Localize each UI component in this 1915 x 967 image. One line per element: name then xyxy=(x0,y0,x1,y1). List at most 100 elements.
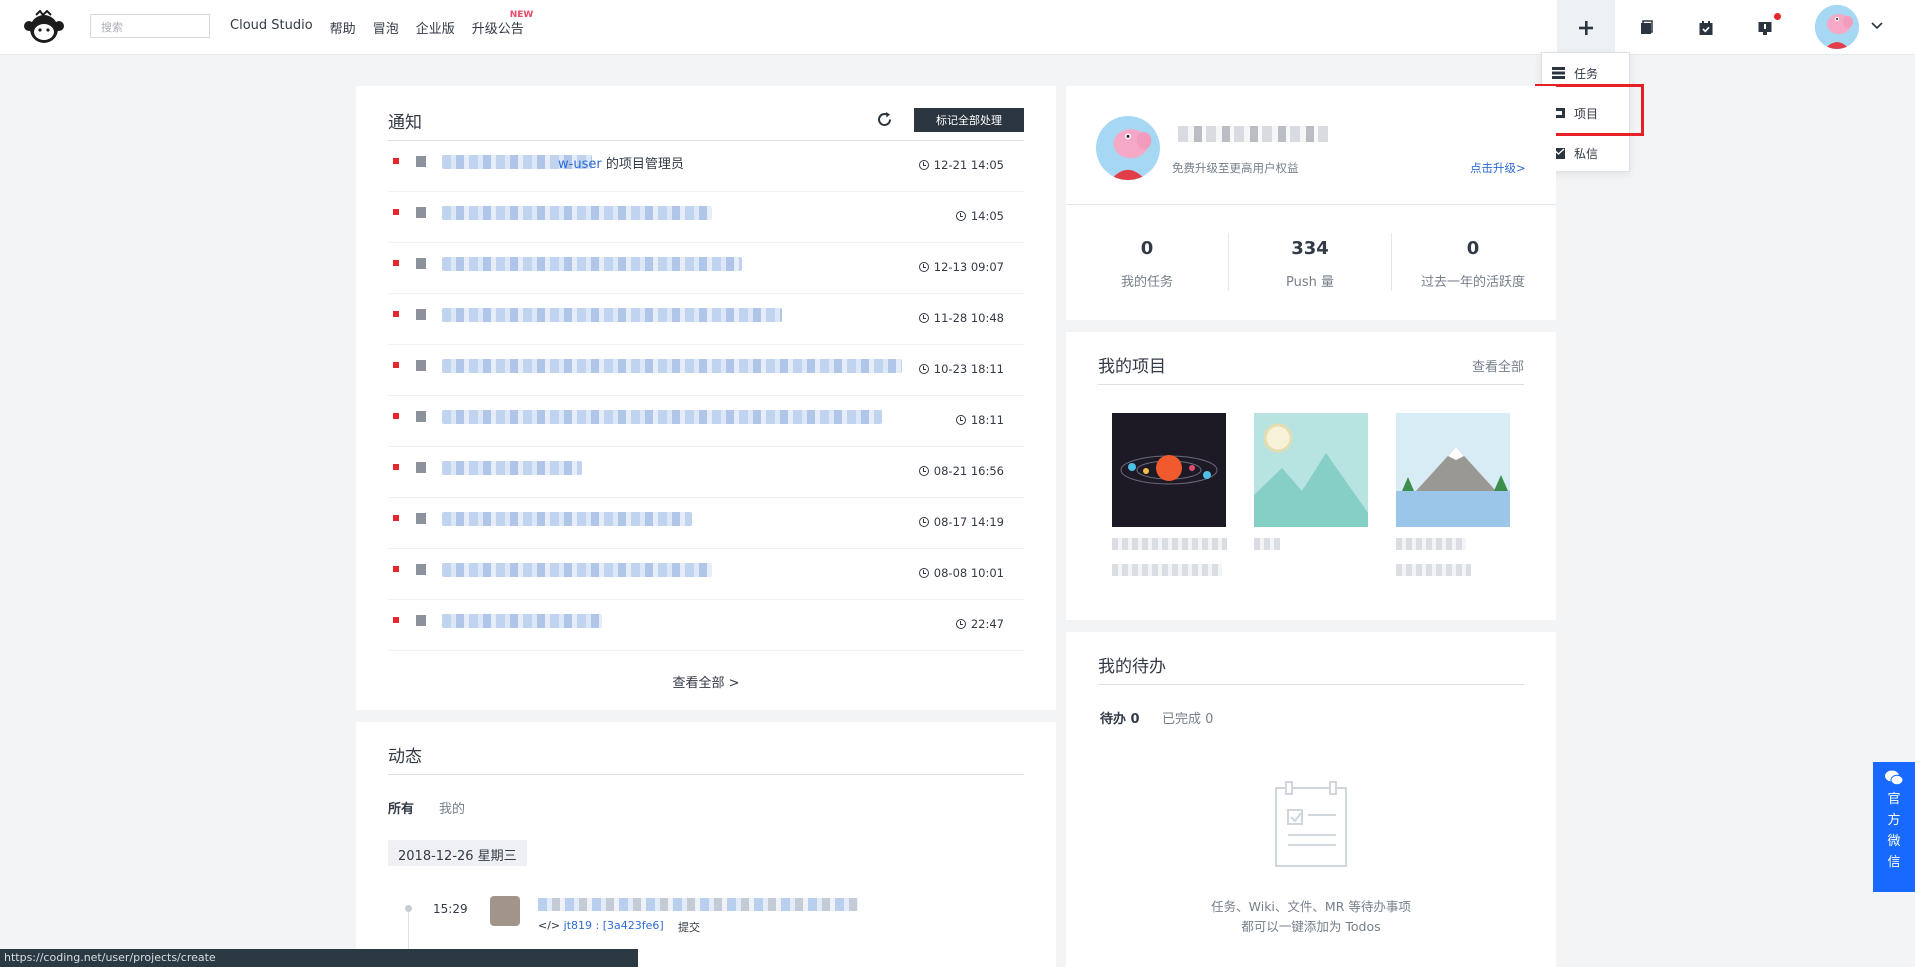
official-wechat-button[interactable]: 官 方 微 信 xyxy=(1873,762,1915,892)
activity-text-blurred xyxy=(538,898,858,911)
wechat-char: 方 xyxy=(1887,813,1901,828)
chevron-down-icon[interactable] xyxy=(1870,18,1884,32)
notification-row[interactable]: w-user 的项目管理员 12-21 14:05 xyxy=(388,141,1024,192)
divider xyxy=(1098,384,1524,385)
wechat-char: 官 xyxy=(1887,792,1901,807)
activity-card: 动态 所有 我的 2018-12-26 星期三 15:29 </> jt819 … xyxy=(356,722,1056,967)
new-badge: NEW xyxy=(509,10,534,20)
project-name-3-blurred xyxy=(1396,538,1466,550)
refresh-icon[interactable] xyxy=(876,111,893,128)
notification-time: 08-08 10:01 xyxy=(918,566,1004,580)
notification-type-icon xyxy=(416,156,426,167)
notifications-title: 通知 xyxy=(388,113,422,133)
unread-marker xyxy=(393,209,399,215)
notification-type-icon xyxy=(416,360,426,371)
nav-help[interactable]: 帮助 xyxy=(330,18,356,37)
notification-row[interactable]: 14:05 xyxy=(388,192,1024,243)
user-avatar[interactable] xyxy=(1815,5,1859,49)
notification-type-icon xyxy=(416,309,426,320)
nav-cloud-studio[interactable]: Cloud Studio xyxy=(230,18,313,37)
tab-all[interactable]: 所有 xyxy=(388,798,414,817)
upgrade-link[interactable]: 点击升级> xyxy=(1470,160,1526,176)
project-card-3[interactable] xyxy=(1396,413,1510,527)
notification-type-icon xyxy=(416,564,426,575)
dropdown-item-label: 任务 xyxy=(1574,66,1599,81)
peppa-avatar-icon xyxy=(1815,5,1859,49)
coding-monkey-logo-icon[interactable] xyxy=(22,10,66,44)
peppa-avatar-icon xyxy=(1096,116,1160,180)
username-blurred xyxy=(1178,126,1328,142)
clock-icon xyxy=(918,364,929,374)
tasks-nav-button[interactable] xyxy=(1677,0,1735,55)
stat-pushes[interactable]: 334 Push 量 xyxy=(1229,238,1391,290)
notification-type-icon xyxy=(416,411,426,422)
projects-nav-button[interactable] xyxy=(1617,0,1675,55)
tab-pending[interactable]: 待办 0 xyxy=(1100,708,1140,727)
notification-time: 18:11 xyxy=(955,413,1004,427)
activity-time: 15:29 xyxy=(433,902,468,916)
notification-text-blurred[interactable] xyxy=(442,461,582,475)
project-name-1-blurred xyxy=(1112,538,1227,550)
clock-icon xyxy=(918,160,929,170)
tab-mine[interactable]: 我的 xyxy=(439,798,465,817)
stat-tasks[interactable]: 0 我的任务 xyxy=(1066,238,1228,290)
unread-marker xyxy=(393,311,399,317)
project-desc-3-blurred xyxy=(1396,564,1471,576)
stat-value: 334 xyxy=(1291,238,1329,259)
code-icon: </> xyxy=(538,919,561,932)
notification-text-blurred[interactable] xyxy=(442,614,602,628)
notification-row[interactable]: 08-08 10:01 xyxy=(388,549,1024,600)
notification-text-blurred[interactable] xyxy=(442,563,712,577)
profile-avatar[interactable] xyxy=(1096,116,1160,180)
notification-time-text: 12-13 09:07 xyxy=(933,260,1004,274)
unread-marker xyxy=(393,413,399,419)
nav-bubble[interactable]: 冒泡 xyxy=(373,18,399,37)
notification-row[interactable]: 08-21 16:56 xyxy=(388,447,1024,498)
nav-upgrade-notice[interactable]: 升级公告 NEW xyxy=(472,10,534,37)
project-card-2[interactable] xyxy=(1254,413,1368,527)
notification-row[interactable]: 10-23 18:11 xyxy=(388,345,1024,396)
notification-text-blurred[interactable] xyxy=(442,410,882,424)
activity-user-avatar[interactable] xyxy=(490,896,520,926)
notification-row[interactable]: 11-28 10:48 xyxy=(388,294,1024,345)
notification-time-text: 12-21 14:05 xyxy=(933,158,1004,172)
notification-row[interactable]: 08-17 14:19 xyxy=(388,498,1024,549)
notification-type-icon xyxy=(416,258,426,269)
view-all-projects-link[interactable]: 查看全部 xyxy=(1472,356,1524,375)
tab-done[interactable]: 已完成 0 xyxy=(1162,708,1213,727)
notification-type-icon xyxy=(416,462,426,473)
notification-time-text: 10-23 18:11 xyxy=(933,362,1004,376)
notification-text-blurred[interactable] xyxy=(442,206,712,220)
clock-icon xyxy=(918,313,929,323)
notification-row[interactable]: 12-13 09:07 xyxy=(388,243,1024,294)
view-all-notifications-link[interactable]: 查看全部 > xyxy=(356,672,1056,691)
nav-enterprise[interactable]: 企业版 xyxy=(416,18,455,37)
commit-link[interactable]: </> jt819 : [3a423fe6] xyxy=(538,919,664,932)
stat-value: 0 xyxy=(1466,238,1480,259)
search-input[interactable]: 搜索 xyxy=(90,14,210,38)
mark-all-read-button[interactable]: 标记全部处理 xyxy=(914,108,1024,132)
project-desc-1-blurred xyxy=(1112,564,1222,576)
clock-icon xyxy=(955,415,966,425)
notification-row[interactable]: 18:11 xyxy=(388,396,1024,447)
activity-date-label: 2018-12-26 星期三 xyxy=(388,840,527,866)
clock-icon xyxy=(918,517,929,527)
notification-row[interactable]: 22:47 xyxy=(388,600,1024,651)
create-plus-button[interactable] xyxy=(1557,0,1615,55)
stat-activity[interactable]: 0 过去一年的活跃度 xyxy=(1392,238,1554,290)
divider xyxy=(1098,684,1524,685)
notification-text-blurred[interactable] xyxy=(442,308,782,322)
clock-icon xyxy=(918,262,929,272)
notification-text-blurred[interactable] xyxy=(442,512,692,526)
notification-time: 12-13 09:07 xyxy=(918,260,1004,274)
notification-user-link[interactable]: w-user xyxy=(558,157,602,172)
stat-value: 0 xyxy=(1140,238,1154,259)
notifications-nav-button[interactable] xyxy=(1736,0,1794,55)
wechat-char: 微 xyxy=(1887,834,1901,849)
notification-time: 14:05 xyxy=(955,209,1004,223)
project-card-1[interactable] xyxy=(1112,413,1226,527)
notification-text-blurred[interactable] xyxy=(442,257,742,271)
notification-type-icon xyxy=(416,207,426,218)
project-name-2-blurred xyxy=(1254,538,1280,550)
notification-text-blurred[interactable] xyxy=(442,359,902,373)
